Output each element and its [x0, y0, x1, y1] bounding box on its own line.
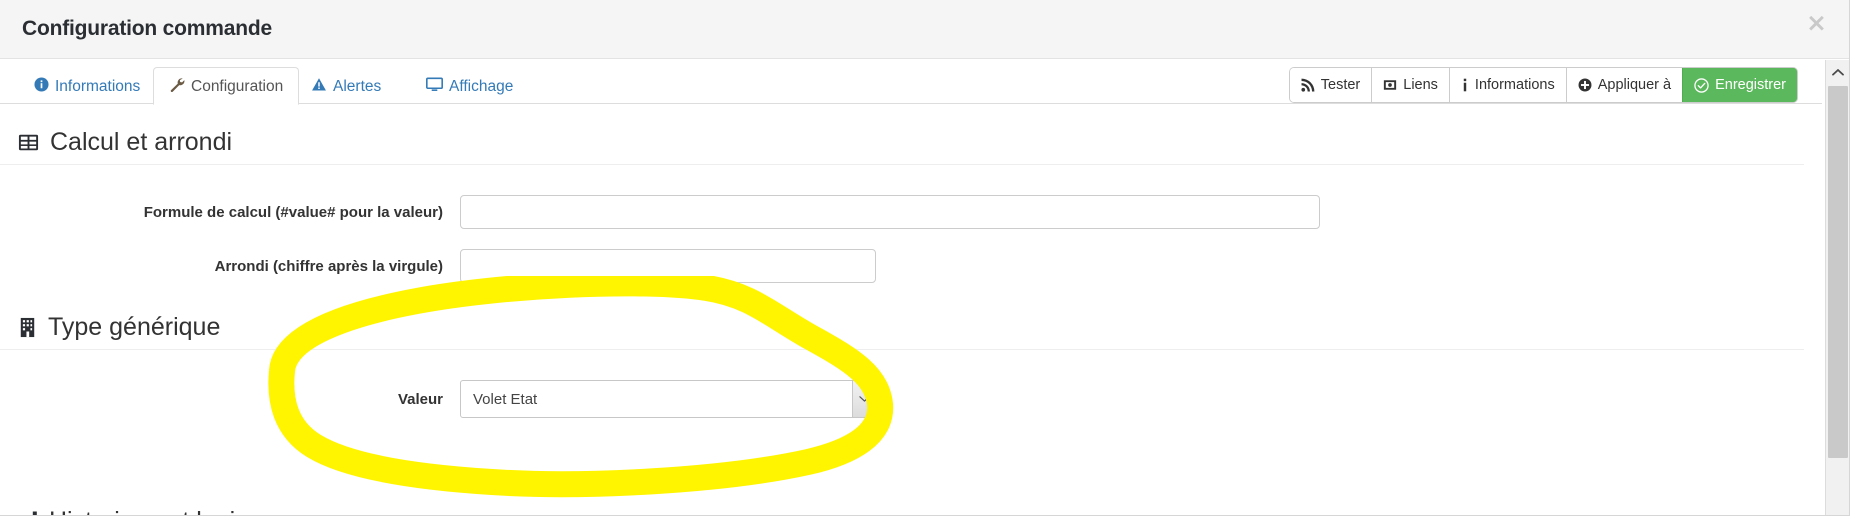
- building-icon: [18, 317, 37, 338]
- arrondi-input[interactable]: [460, 249, 876, 283]
- rss-signal-icon: [1301, 78, 1315, 92]
- appliquer-a-button[interactable]: Appliquer à: [1566, 68, 1684, 102]
- section-title: Type générique: [48, 313, 221, 341]
- info-circle-icon: [34, 77, 49, 97]
- button-label: Informations: [1474, 77, 1555, 93]
- action-toolbar: Tester Liens Informations Appliquer à En…: [1289, 68, 1797, 102]
- warning-triangle-icon: [311, 77, 327, 97]
- button-label: Appliquer à: [1597, 77, 1672, 93]
- section-title: Calcul et arrondi: [50, 128, 233, 156]
- tab-alertes[interactable]: Alertes: [295, 67, 397, 105]
- scroll-up-arrow-icon[interactable]: [1826, 60, 1849, 84]
- valeur-select[interactable]: Volet Etat: [460, 380, 876, 418]
- section-heading-calcul: Calcul et arrondi: [0, 128, 1804, 165]
- informations-button[interactable]: Informations: [1449, 68, 1567, 102]
- formule-label: Formule de calcul (#value# pour la valeu…: [143, 203, 443, 221]
- tab-label: Affichage: [449, 78, 514, 95]
- form-row-formule: Formule de calcul (#value# pour la valeu…: [0, 195, 1822, 229]
- tab-configuration[interactable]: Configuration: [153, 67, 300, 105]
- desktop-icon: [426, 77, 443, 97]
- enregistrer-button[interactable]: Enregistrer: [1683, 68, 1797, 102]
- tester-button[interactable]: Tester: [1289, 68, 1373, 102]
- button-label: Tester: [1320, 77, 1361, 93]
- form-row-valeur: Valeur Volet Etat: [0, 380, 1822, 418]
- valeur-select-wrapper: Volet Etat: [460, 380, 876, 418]
- liens-button[interactable]: Liens: [1372, 68, 1450, 102]
- modal-header: Configuration commande ×: [0, 0, 1849, 59]
- plus-circle-icon: [1578, 78, 1592, 92]
- configuration-modal: Configuration commande × Informations Co…: [0, 0, 1850, 516]
- button-label: Enregistrer: [1715, 77, 1786, 93]
- tab-label: Configuration: [191, 78, 284, 95]
- link-frame-icon: [1383, 78, 1397, 92]
- wrench-icon: [169, 77, 185, 97]
- valeur-label: Valeur: [397, 390, 443, 408]
- chart-icon: [18, 507, 38, 515]
- close-icon[interactable]: ×: [1806, 10, 1827, 35]
- page-title: Configuration commande: [22, 17, 272, 40]
- tab-label: Alertes: [333, 78, 382, 95]
- configuration-content: Calcul et arrondi Formule de calcul (#va…: [0, 105, 1822, 418]
- vertical-scrollbar[interactable]: [1825, 60, 1849, 515]
- button-label: Liens: [1403, 77, 1438, 93]
- table-grid-icon: [18, 132, 39, 153]
- section-heading-bottom-cutoff: Historique et logique: [18, 507, 277, 515]
- modal-body: Informations Configuration Alertes Affic…: [0, 59, 1849, 515]
- tab-affichage[interactable]: Affichage: [410, 67, 529, 105]
- scrollbar-thumb[interactable]: [1828, 86, 1848, 458]
- section-title: Historique et logique: [49, 507, 277, 515]
- tab-label: Informations: [55, 78, 141, 95]
- info-i-icon: [1461, 78, 1469, 92]
- tab-informations[interactable]: Informations: [18, 67, 156, 105]
- check-circle-icon: [1694, 77, 1709, 93]
- section-heading-type-generique: Type générique: [0, 313, 1804, 350]
- arrondi-label: Arrondi (chiffre après la virgule): [214, 257, 443, 275]
- form-row-arrondi: Arrondi (chiffre après la virgule): [0, 249, 1822, 283]
- formule-input[interactable]: [460, 195, 1320, 229]
